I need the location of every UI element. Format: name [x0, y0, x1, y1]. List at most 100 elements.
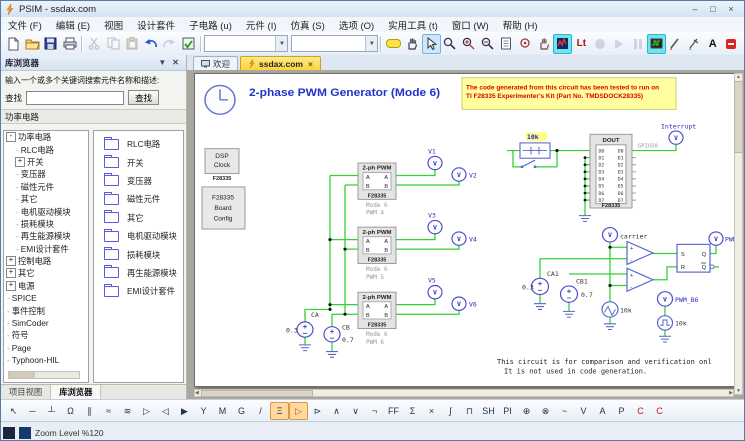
current-probe-pen-icon[interactable] — [685, 34, 704, 54]
ltspice-icon[interactable]: Lt — [572, 34, 591, 54]
current-source-icon[interactable]: ⊗ — [536, 402, 555, 420]
schematic-title[interactable]: 2-phase PWM Generator (Mode 6) — [249, 86, 440, 99]
tree-item[interactable]: -RLC电路 — [4, 143, 88, 155]
ammeter-icon[interactable]: A — [593, 402, 612, 420]
limiter-icon[interactable]: ⊓ — [460, 402, 479, 420]
tree-item[interactable]: -磁性元件 — [4, 181, 88, 193]
element-search-combobox[interactable]: ▼ — [204, 35, 289, 52]
menu-item-1[interactable]: 编辑 (E) — [49, 18, 97, 32]
tab-ssdax[interactable]: ssdax.com × — [240, 56, 321, 70]
dsp-clock-block[interactable]: DSP Clock F28335 — [205, 149, 239, 183]
chevron-down-icon[interactable]: ▼ — [365, 36, 377, 51]
tab-welcome[interactable]: 欢迎 — [193, 56, 238, 70]
copy-button[interactable] — [104, 34, 123, 54]
zoom-out-icon[interactable] — [478, 34, 497, 54]
find-input[interactable] — [26, 91, 124, 105]
fit-page-icon[interactable] — [497, 34, 516, 54]
igbt-icon[interactable]: G — [232, 402, 251, 420]
meter-label-v6[interactable]: V6 — [469, 302, 477, 309]
zoom-in-point-icon[interactable] — [516, 34, 535, 54]
tree-item[interactable]: +开关 — [4, 156, 88, 168]
expand-icon[interactable]: + — [6, 281, 16, 291]
folder-item[interactable]: RLC电路 — [94, 135, 183, 153]
square-source-label[interactable]: 10k — [675, 321, 687, 328]
folder-item[interactable]: 开关 — [94, 153, 183, 171]
tree-item[interactable]: -SimCoder — [4, 317, 88, 329]
multiplier-icon[interactable]: × — [422, 402, 441, 420]
flipflop-icon[interactable]: FF — [384, 402, 403, 420]
highlighter-icon[interactable] — [384, 34, 403, 54]
ca-value[interactable]: 0.3 — [286, 328, 298, 335]
transformer-icon[interactable]: Ξ — [270, 402, 289, 420]
not-gate-icon[interactable]: ¬ — [365, 402, 384, 420]
menu-item-7[interactable]: 选项 (O) — [332, 18, 381, 32]
board-config-block[interactable]: F28335 Board Config — [202, 187, 245, 229]
menu-item-0[interactable]: 文件 (F) — [1, 18, 49, 32]
triangle-source[interactable] — [602, 302, 618, 317]
close-button[interactable]: × — [722, 4, 740, 14]
c-block-icon[interactable]: C — [650, 402, 669, 420]
switch[interactable] — [521, 160, 537, 168]
meter-label-v2[interactable]: V2 — [469, 172, 477, 179]
scroll-left-icon[interactable]: ◀ — [195, 390, 199, 396]
simulation-control-button[interactable] — [179, 34, 198, 54]
tree-item[interactable]: -SPICE — [4, 292, 88, 304]
menu-item-4[interactable]: 子电路 (u) — [182, 18, 239, 32]
carrier-label[interactable]: carrier — [620, 234, 648, 241]
folder-item[interactable]: 损耗模块 — [94, 245, 183, 263]
scroll-up-icon[interactable]: ▲ — [736, 74, 741, 80]
menu-item-2[interactable]: 视图 — [97, 18, 130, 32]
zoom-in-icon[interactable] — [459, 34, 478, 54]
sine-source-icon[interactable]: ~ — [555, 402, 574, 420]
menu-item-5[interactable]: 元件 (I) — [239, 18, 284, 32]
tree-item[interactable]: -Typhoon-HIL — [4, 354, 88, 366]
undo-button[interactable] — [141, 34, 160, 54]
probe-icon[interactable]: P — [612, 402, 631, 420]
comparator-icon[interactable]: ⊳ — [308, 402, 327, 420]
tree-item[interactable]: -其它 — [4, 193, 88, 205]
rlc-branch-icon[interactable]: ≋ — [118, 402, 137, 420]
resistor-icon[interactable]: Ω — [61, 402, 80, 420]
tree-item[interactable]: +其它 — [4, 267, 88, 279]
cb1-value[interactable]: 0.7 — [581, 292, 593, 299]
clock-icon[interactable] — [205, 85, 235, 114]
tree-item[interactable]: -Page — [4, 342, 88, 354]
voltmeter-icon[interactable]: V — [574, 402, 593, 420]
ground-icon[interactable]: ┴ — [42, 402, 61, 420]
select-arrow-icon[interactable]: ↖ — [4, 402, 23, 420]
tree-item[interactable]: -功率电路 — [4, 131, 88, 143]
meter-label-v4[interactable]: V4 — [469, 237, 477, 244]
sample-hold-icon[interactable]: SH — [479, 402, 498, 420]
canvas-hscrollbar[interactable]: ◀▶ — [194, 389, 734, 397]
cb-value[interactable]: 0.7 — [342, 337, 354, 344]
zoom-out-point-icon[interactable] — [534, 34, 553, 54]
meter-label-v3[interactable]: V3 — [428, 213, 436, 220]
cut-button[interactable] — [85, 34, 104, 54]
sr-flipflop[interactable]: S Q R Q — [677, 244, 714, 272]
diode-icon[interactable]: ▷ — [137, 402, 156, 420]
voltage-probe-pen-icon[interactable] — [666, 34, 685, 54]
pwm-block-2[interactable]: 2-ph PWM A B A B F28335 Mode 6 PWM 5 — [358, 227, 396, 281]
expand-icon[interactable]: + — [6, 256, 16, 266]
taskbar-app-icon[interactable] — [19, 427, 31, 439]
folder-item[interactable]: 电机驱动模块 — [94, 227, 183, 245]
c-script-icon[interactable]: C — [631, 402, 650, 420]
panel-menu-icon[interactable]: ▼ — [155, 58, 169, 67]
chevron-down-icon[interactable]: ▼ — [275, 36, 287, 51]
folder-item[interactable]: 磁性元件 — [94, 190, 183, 208]
voltage-source-icon[interactable]: ⊕ — [517, 402, 536, 420]
run-simulation-icon[interactable] — [610, 34, 629, 54]
select-cursor-icon[interactable] — [422, 34, 441, 54]
inductor-icon[interactable]: ≈ — [99, 402, 118, 420]
text-tool-icon[interactable]: A — [703, 34, 722, 54]
tree-item[interactable]: -电机驱动模块 — [4, 205, 88, 217]
pwm-block-1[interactable]: 2-ph PWM A B A B F28335 Mode 6 PWM 4 — [358, 163, 396, 217]
ca-label[interactable]: CA — [311, 312, 319, 319]
new-file-button[interactable] — [4, 34, 23, 54]
menu-item-3[interactable]: 设计套件 — [130, 18, 182, 32]
abort-icon[interactable] — [722, 34, 741, 54]
pause-simulation-icon[interactable] — [628, 34, 647, 54]
wire-icon[interactable]: ─ — [23, 402, 42, 420]
stop-simulation-icon[interactable] — [591, 34, 610, 54]
menu-item-9[interactable]: 窗口 (W) — [445, 18, 496, 32]
